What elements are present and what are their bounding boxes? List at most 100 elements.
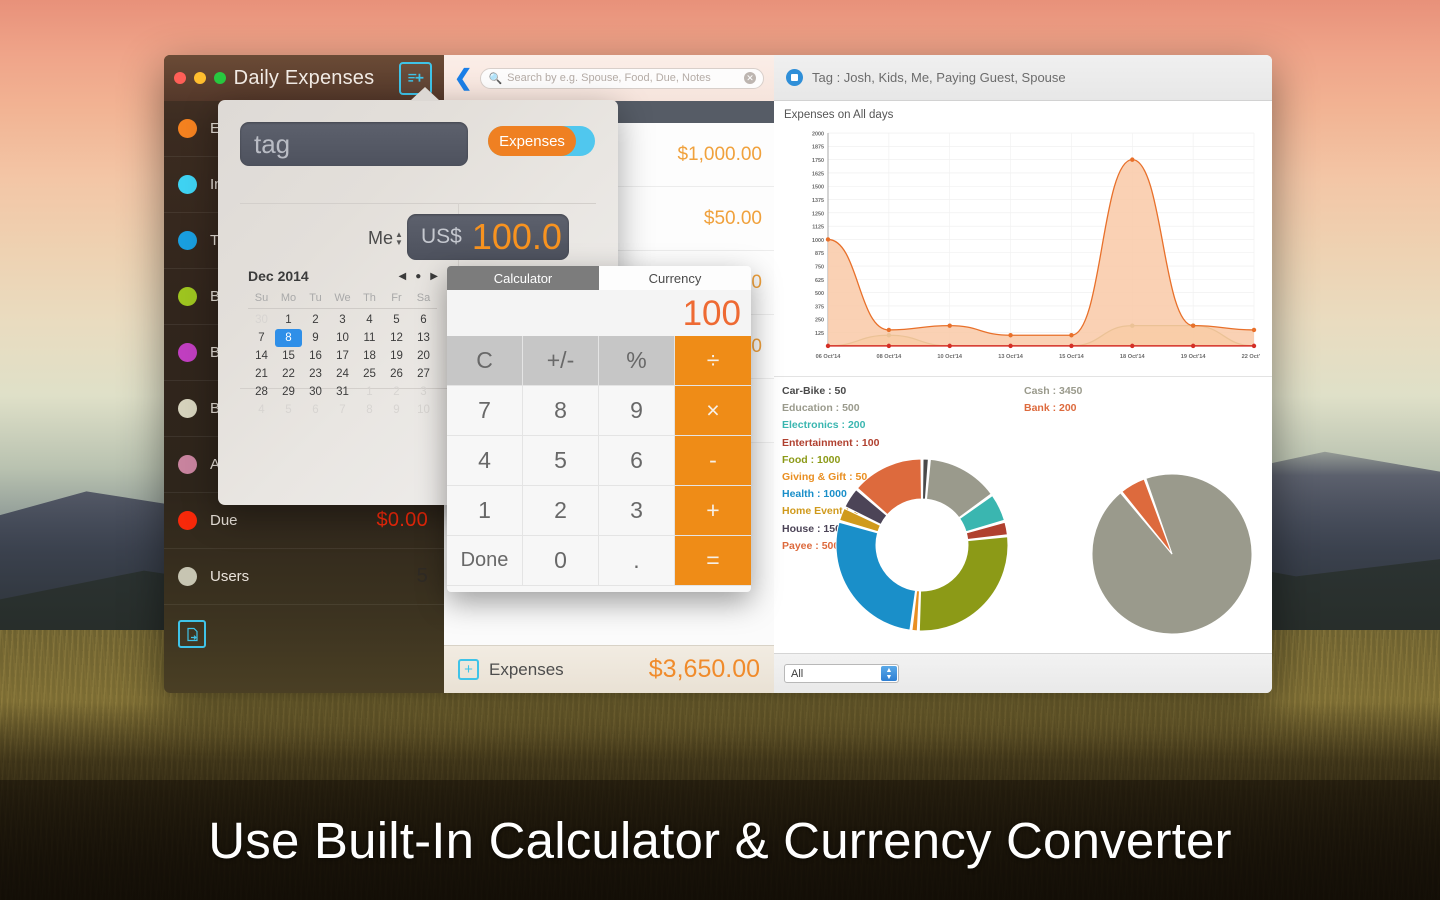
- calendar-day[interactable]: 17: [329, 347, 356, 365]
- calendar-day[interactable]: 19: [383, 347, 410, 365]
- calendar-day[interactable]: 4: [356, 311, 383, 329]
- calculator-key-[interactable]: -: [675, 436, 751, 486]
- calendar-day[interactable]: 10: [329, 329, 356, 347]
- svg-text:18 Oct'14: 18 Oct'14: [1120, 354, 1146, 360]
- close-button[interactable]: [174, 72, 186, 84]
- plus-icon[interactable]: +: [458, 659, 479, 680]
- calculator-key-done[interactable]: Done: [447, 536, 523, 586]
- calculator-tab-currency[interactable]: Currency: [599, 266, 751, 290]
- calendar-day[interactable]: 3: [329, 311, 356, 329]
- calendar-day[interactable]: 30: [302, 383, 329, 401]
- calendar-day[interactable]: 16: [302, 347, 329, 365]
- period-filter-select[interactable]: All ▲ ▼: [784, 664, 899, 683]
- total-amount: $3,650.00: [648, 655, 760, 683]
- tag-filter-text: Tag : Josh, Kids, Me, Paying Guest, Spou…: [812, 70, 1066, 85]
- today-dot-icon[interactable]: ●: [415, 271, 421, 282]
- export-document-icon[interactable]: [178, 620, 206, 648]
- calculator-key-c[interactable]: C: [447, 336, 523, 386]
- calendar-day[interactable]: 26: [383, 365, 410, 383]
- calendar-day[interactable]: 28: [248, 383, 275, 401]
- calendar-day[interactable]: 25: [356, 365, 383, 383]
- calendar-day[interactable]: 8: [356, 401, 383, 419]
- calendar-day[interactable]: 14: [248, 347, 275, 365]
- calculator-key-[interactable]: %: [599, 336, 675, 386]
- calculator-key-[interactable]: +/-: [523, 336, 599, 386]
- calculator-popover: Calculator Currency 100 C +/-% ÷ 7 8 9 × 4 5 6- 1 2 3…: [447, 266, 751, 592]
- calculator-key-[interactable]: ×: [675, 386, 751, 436]
- calculator-key-4[interactable]: 4: [447, 436, 523, 486]
- calendar-day[interactable]: 18: [356, 347, 383, 365]
- svg-text:22 Oct'14: 22 Oct'14: [1242, 354, 1260, 360]
- minimize-button[interactable]: [194, 72, 206, 84]
- calendar-day[interactable]: 7: [329, 401, 356, 419]
- traffic-lights[interactable]: [174, 72, 226, 84]
- legend-item: Electronics : 200: [782, 419, 866, 432]
- calendar-day[interactable]: 11: [356, 329, 383, 347]
- calendar-day[interactable]: 12: [383, 329, 410, 347]
- search-input[interactable]: 🔍 Search by e.g. Spouse, Food, Due, Note…: [480, 67, 764, 89]
- calendar-day[interactable]: 21: [248, 365, 275, 383]
- tag-input[interactable]: tag: [240, 122, 468, 166]
- stepper-arrows-icon[interactable]: ▲ ▼: [395, 230, 403, 247]
- calendar-day[interactable]: 29: [275, 383, 302, 401]
- calendar-day[interactable]: 2: [302, 311, 329, 329]
- stepper-arrows-icon[interactable]: ▲ ▼: [881, 666, 897, 681]
- calendar-day[interactable]: 6: [302, 401, 329, 419]
- payer-select[interactable]: Me ▲ ▼: [368, 228, 403, 249]
- calendar-day[interactable]: 24: [329, 365, 356, 383]
- amount-currency-label: US$: [421, 225, 462, 248]
- calculator-key-0[interactable]: 0: [523, 536, 599, 586]
- entry-type-toggle[interactable]: Expenses: [488, 126, 595, 156]
- sidebar-item-users[interactable]: Users 5: [164, 549, 444, 605]
- calculator-key-[interactable]: ÷: [675, 336, 751, 386]
- calendar-day[interactable]: 7: [248, 329, 275, 347]
- calculator-key-[interactable]: =: [675, 536, 751, 586]
- calculator-key-3[interactable]: 3: [599, 486, 675, 536]
- calendar-day[interactable]: 3: [410, 383, 437, 401]
- calendar-dow: Fr: [391, 292, 402, 304]
- calendar-day[interactable]: 5: [275, 401, 302, 419]
- calendar-day[interactable]: 9: [302, 329, 329, 347]
- calendar-day[interactable]: 8: [275, 329, 302, 347]
- calculator-tab-calculator[interactable]: Calculator: [447, 266, 599, 290]
- calendar-day[interactable]: 2: [383, 383, 410, 401]
- calendar-day[interactable]: 22: [275, 365, 302, 383]
- calculator-key-2[interactable]: 2: [523, 486, 599, 536]
- calendar-day[interactable]: 20: [410, 347, 437, 365]
- calculator-key-5[interactable]: 5: [523, 436, 599, 486]
- maximize-button[interactable]: [214, 72, 226, 84]
- entry-type-toggle-knob[interactable]: Expenses: [488, 126, 576, 156]
- calendar-day[interactable]: 30: [248, 311, 275, 329]
- calendar-day[interactable]: 23: [302, 365, 329, 383]
- calendar-nav[interactable]: ◀ ● ▶: [399, 271, 438, 282]
- tag-filter-bar[interactable]: Tag : Josh, Kids, Me, Paying Guest, Spou…: [774, 55, 1272, 101]
- calendar-day[interactable]: 6: [410, 311, 437, 329]
- calendar-day[interactable]: 9: [383, 401, 410, 419]
- amount-value: 100.0: [471, 216, 562, 257]
- calculator-key-6[interactable]: 6: [599, 436, 675, 486]
- calculator-key-7[interactable]: 7: [447, 386, 523, 436]
- calendar-day[interactable]: 10: [410, 401, 437, 419]
- date-picker-calendar[interactable]: Dec 2014 ◀ ● ▶ Su Mo Tu We Th Fr Sa 30 1 2 3 4 5 6 7 8 9…: [248, 268, 438, 419]
- back-chevron-icon[interactable]: ❮: [454, 67, 472, 89]
- svg-text:625: 625: [815, 278, 824, 284]
- amount-input[interactable]: US$ 100.0: [407, 214, 569, 260]
- calculator-key-[interactable]: +: [675, 486, 751, 536]
- next-arrow-icon[interactable]: ▶: [430, 271, 438, 282]
- calendar-day[interactable]: 13: [410, 329, 437, 347]
- calendar-day[interactable]: 31: [329, 383, 356, 401]
- prev-arrow-icon[interactable]: ◀: [399, 271, 407, 282]
- calendar-day[interactable]: 1: [275, 311, 302, 329]
- calculator-key-9[interactable]: 9: [599, 386, 675, 436]
- calculator-key-[interactable]: .: [599, 536, 675, 586]
- calendar-day[interactable]: 4: [248, 401, 275, 419]
- calculator-key-1[interactable]: 1: [447, 486, 523, 536]
- calendar-day[interactable]: 15: [275, 347, 302, 365]
- calendar-day[interactable]: 27: [410, 365, 437, 383]
- calendar-week-row: 7 8 9 10 11 12 13: [248, 329, 438, 347]
- svg-text:1500: 1500: [812, 185, 824, 191]
- calendar-day[interactable]: 1: [356, 383, 383, 401]
- clear-icon[interactable]: ✕: [744, 72, 756, 84]
- calendar-day[interactable]: 5: [383, 311, 410, 329]
- calculator-key-8[interactable]: 8: [523, 386, 599, 436]
